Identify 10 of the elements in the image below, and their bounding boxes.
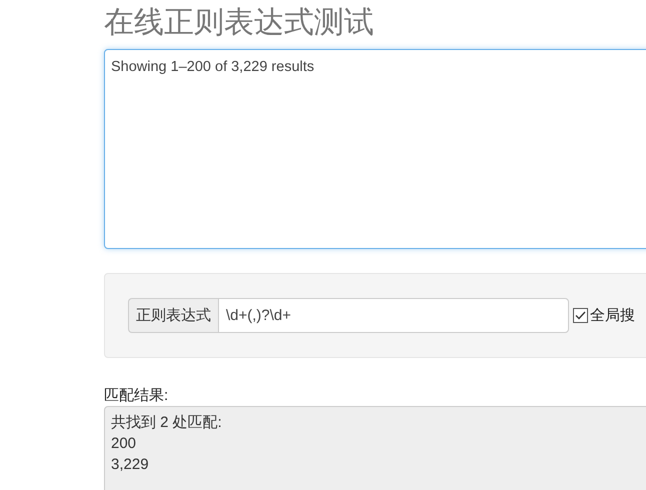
checkbox-label: 全局搜 xyxy=(590,306,635,325)
page-title: 在线正则表达式测试 xyxy=(104,5,375,41)
regex-label: 正则表达式 xyxy=(128,298,218,333)
checkbox[interactable] xyxy=(573,308,588,323)
result-line: 共找到 2 处匹配: xyxy=(111,413,223,433)
result-line: 200 xyxy=(111,434,138,454)
text-input-area[interactable]: Showing 1–200 of 3,229 results xyxy=(104,49,646,249)
regex-input[interactable]: \d+(,)?\d+ xyxy=(218,298,569,333)
result-line: 3,229 xyxy=(111,455,150,475)
result-label: 匹配结果: xyxy=(104,386,170,406)
